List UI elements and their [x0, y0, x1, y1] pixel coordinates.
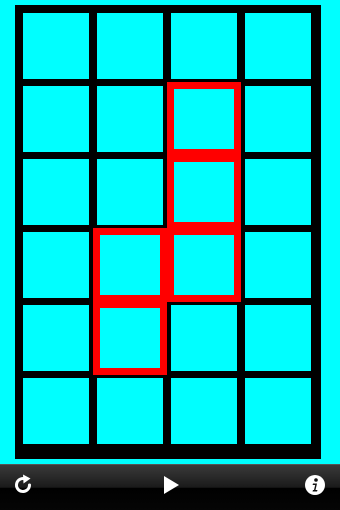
board-cell-r0-c0[interactable] — [23, 13, 89, 79]
board-cell-r2-c3[interactable] — [245, 159, 311, 225]
board-cell-r5-c3[interactable] — [245, 378, 311, 444]
board-cell-r0-c2[interactable] — [171, 13, 237, 79]
game-screen — [0, 0, 340, 510]
board-cell-r2-c1[interactable] — [97, 159, 163, 225]
board-cell-r4-c2[interactable] — [171, 305, 237, 371]
board-cell-r1-c3[interactable] — [245, 86, 311, 152]
info-icon — [304, 474, 326, 501]
board-cell-r0-c1[interactable] — [97, 13, 163, 79]
selected-cell-outline — [167, 155, 241, 229]
board-cell-r5-c2[interactable] — [171, 378, 237, 444]
board-cell-r0-c3[interactable] — [245, 13, 311, 79]
board-cell-r4-c3[interactable] — [245, 305, 311, 371]
board-cell-r5-c0[interactable] — [23, 378, 89, 444]
board-cell-r4-c0[interactable] — [23, 305, 89, 371]
refresh-icon — [11, 473, 35, 502]
bottom-toolbar — [0, 464, 340, 510]
play-button[interactable] — [148, 465, 194, 510]
board-cell-r3-c3[interactable] — [245, 232, 311, 298]
game-board — [15, 5, 321, 459]
board-cell-r1-c0[interactable] — [23, 86, 89, 152]
board-cell-r1-c1[interactable] — [97, 86, 163, 152]
play-icon — [161, 474, 181, 501]
board-cell-r2-c0[interactable] — [23, 159, 89, 225]
board-cell-r3-c0[interactable] — [23, 232, 89, 298]
selected-cell-outline — [93, 301, 167, 375]
selected-cell-outline — [93, 228, 167, 302]
restart-button[interactable] — [0, 465, 46, 510]
info-button[interactable] — [292, 465, 338, 510]
selected-cell-outline — [167, 228, 241, 302]
selected-cell-outline — [167, 82, 241, 156]
board-cell-r5-c1[interactable] — [97, 378, 163, 444]
